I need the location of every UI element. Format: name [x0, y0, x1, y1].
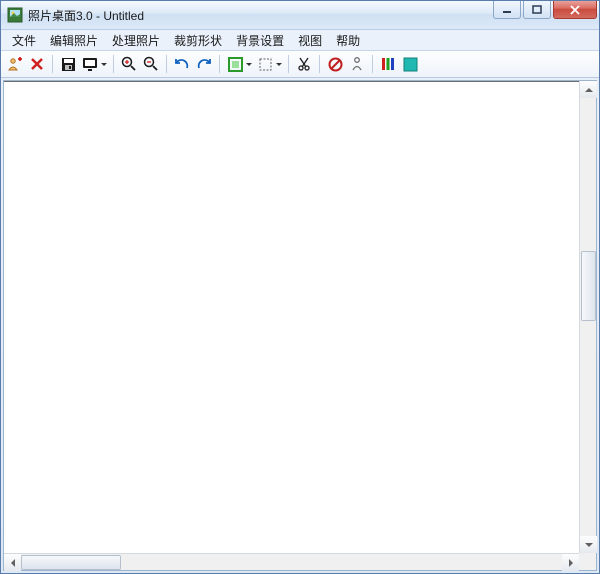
- canvas[interactable]: [4, 81, 579, 553]
- scissors-icon: [297, 56, 311, 72]
- toolbar-separator: [319, 55, 320, 73]
- toolbar-separator: [219, 55, 220, 73]
- scroll-down-button[interactable]: [580, 536, 597, 553]
- x-icon: [30, 57, 44, 71]
- menu-edit-photo[interactable]: 编辑照片: [43, 30, 105, 51]
- menu-background[interactable]: 背景设置: [229, 30, 291, 51]
- scroll-left-button[interactable]: [4, 554, 21, 571]
- swatch-icon: [403, 57, 418, 72]
- menu-file[interactable]: 文件: [5, 30, 43, 51]
- app-icon: [7, 7, 23, 23]
- window-title: 照片桌面3.0 - Untitled: [28, 7, 491, 24]
- person-button[interactable]: [347, 54, 367, 74]
- zoom-out-icon: [143, 56, 159, 72]
- preview-button[interactable]: [80, 54, 100, 74]
- menu-crop-shape[interactable]: 裁剪形状: [167, 30, 229, 51]
- maximize-button[interactable]: [523, 1, 551, 19]
- preview-dropdown[interactable]: [100, 54, 108, 74]
- toolbar: [1, 51, 599, 78]
- window-controls: [491, 1, 599, 29]
- person-icon: [350, 56, 364, 72]
- rect-dashed-dropdown[interactable]: [275, 54, 283, 74]
- zoom-out-button[interactable]: [141, 54, 161, 74]
- rect-green-button[interactable]: [225, 54, 245, 74]
- menu-process-photo[interactable]: 处理照片: [105, 30, 167, 51]
- monitor-icon: [82, 57, 98, 72]
- delete-button[interactable]: [27, 54, 47, 74]
- app-window: 照片桌面3.0 - Untitled 文件 编辑照片 处理照片 裁剪形状 背景设…: [0, 0, 600, 574]
- floppy-icon: [61, 57, 76, 72]
- save-button[interactable]: [58, 54, 78, 74]
- redo-button[interactable]: [194, 54, 214, 74]
- person-plus-icon: [7, 56, 23, 72]
- scroll-corner: [579, 553, 596, 570]
- zoom-in-icon: [121, 56, 137, 72]
- undo-button[interactable]: [172, 54, 192, 74]
- toolbar-separator: [166, 55, 167, 73]
- zoom-in-button[interactable]: [119, 54, 139, 74]
- rgb-bars-button[interactable]: [378, 54, 398, 74]
- dashed-rect-icon: [258, 57, 273, 72]
- toolbar-separator: [52, 55, 53, 73]
- scroll-up-button[interactable]: [580, 81, 597, 98]
- no-entry-icon: [328, 57, 343, 72]
- toolbar-separator: [372, 55, 373, 73]
- rect-green-dropdown[interactable]: [245, 54, 253, 74]
- menu-view[interactable]: 视图: [291, 30, 329, 51]
- menubar: 文件 编辑照片 处理照片 裁剪形状 背景设置 视图 帮助: [1, 30, 599, 51]
- green-frame-icon: [228, 57, 243, 72]
- no-entry-button[interactable]: [325, 54, 345, 74]
- menu-help[interactable]: 帮助: [329, 30, 367, 51]
- vertical-scroll-thumb[interactable]: [581, 251, 596, 321]
- undo-icon: [174, 57, 190, 71]
- minimize-button[interactable]: [493, 1, 521, 19]
- horizontal-scroll-thumb[interactable]: [21, 555, 121, 570]
- titlebar: 照片桌面3.0 - Untitled: [1, 1, 599, 30]
- color-swatch-button[interactable]: [400, 54, 420, 74]
- vertical-scrollbar[interactable]: [579, 81, 596, 553]
- cut-button[interactable]: [294, 54, 314, 74]
- rgb-bars-icon: [381, 57, 395, 71]
- toolbar-separator: [113, 55, 114, 73]
- scroll-right-button[interactable]: [562, 554, 579, 571]
- horizontal-scrollbar[interactable]: [4, 553, 579, 570]
- close-button[interactable]: [553, 1, 597, 19]
- redo-icon: [196, 57, 212, 71]
- rect-dashed-button[interactable]: [255, 54, 275, 74]
- add-person-button[interactable]: [5, 54, 25, 74]
- toolbar-separator: [288, 55, 289, 73]
- client-area: [3, 80, 597, 571]
